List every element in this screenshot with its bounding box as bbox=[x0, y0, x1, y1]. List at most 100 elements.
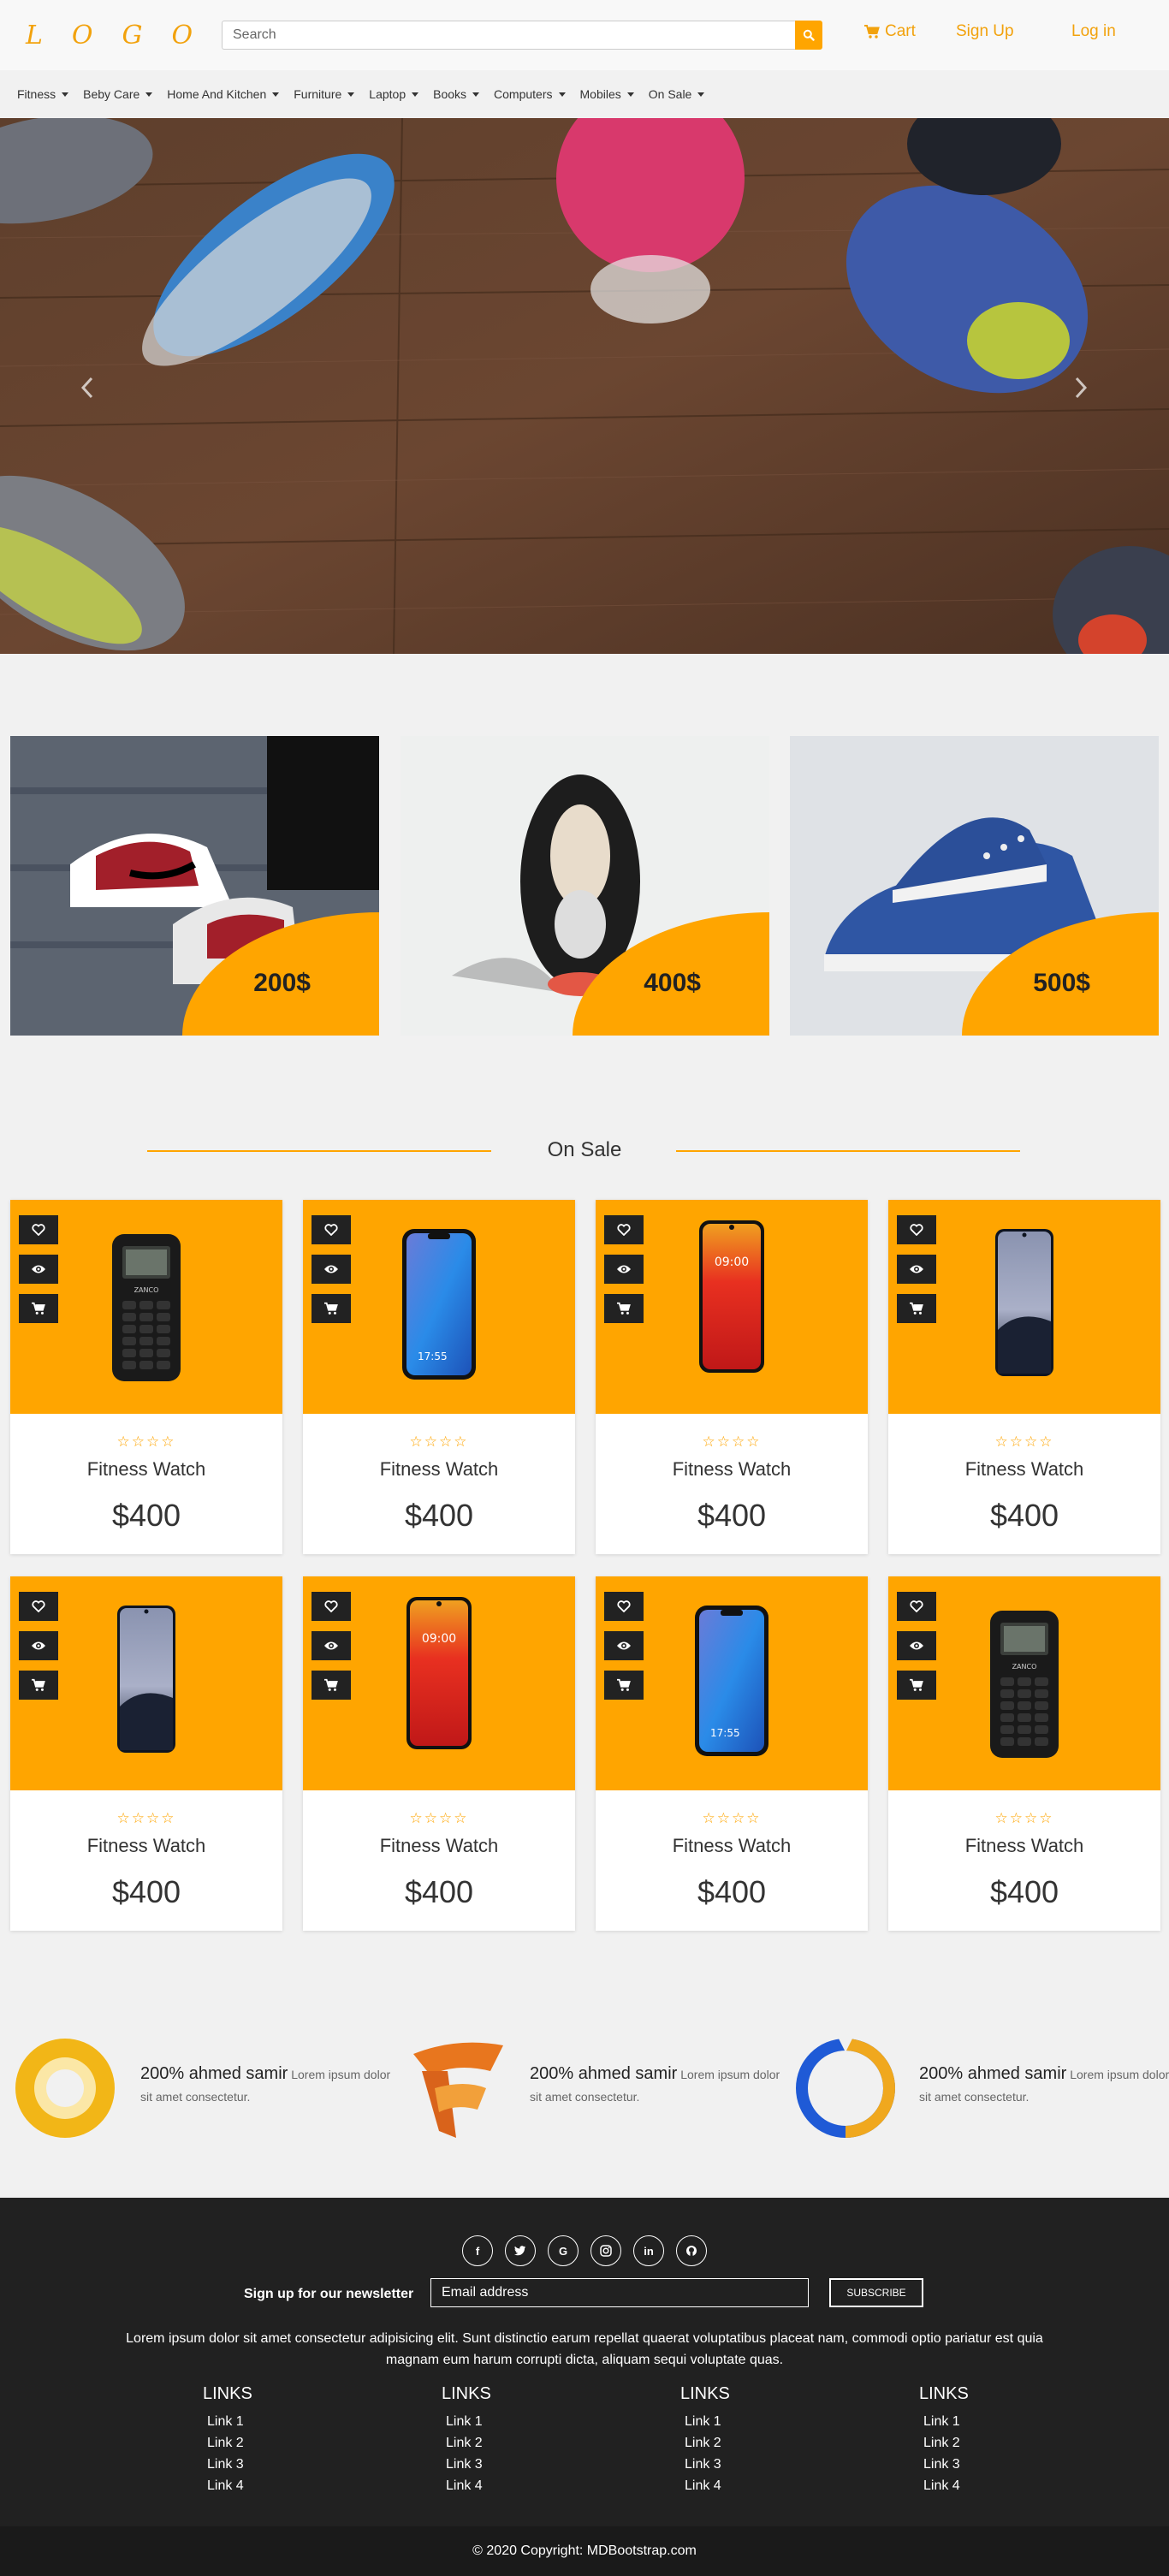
footer-link[interactable]: Link 1 bbox=[680, 2411, 783, 2432]
category-laptop[interactable]: Laptop bbox=[369, 87, 419, 101]
footer-link[interactable]: Link 3 bbox=[203, 2454, 306, 2475]
promo-card[interactable]: 500$ bbox=[790, 736, 1159, 1036]
wishlist-button[interactable] bbox=[312, 1592, 351, 1621]
category-on-sale[interactable]: On Sale bbox=[649, 87, 705, 101]
quick-view-button[interactable] bbox=[604, 1255, 644, 1284]
rating-stars: ☆☆☆☆ bbox=[994, 1810, 1054, 1826]
feature-item: 200% ahmed samir Lorem ipsum dolor sit a… bbox=[15, 2037, 390, 2140]
heart-icon bbox=[910, 1600, 923, 1612]
category-label: Fitness bbox=[17, 87, 56, 101]
quick-view-button[interactable] bbox=[19, 1255, 58, 1284]
quick-view-button[interactable] bbox=[19, 1631, 58, 1660]
wishlist-button[interactable] bbox=[897, 1215, 936, 1244]
add-to-cart-button[interactable] bbox=[19, 1671, 58, 1700]
svg-text:17:55: 17:55 bbox=[710, 1727, 740, 1739]
wishlist-button[interactable] bbox=[897, 1592, 936, 1621]
hero-image bbox=[0, 118, 1169, 654]
product-card[interactable]: 17:55 ☆☆☆☆ Fitness Watch $400 bbox=[303, 1200, 575, 1554]
cart-icon bbox=[324, 1678, 338, 1691]
promo-card[interactable]: 200$ bbox=[10, 736, 379, 1036]
copyright-bar: © 2020 Copyright: MDBootstrap.com bbox=[0, 2526, 1169, 2576]
product-card[interactable]: ☆☆☆☆ Fitness Watch $400 bbox=[888, 1200, 1160, 1554]
category-label: On Sale bbox=[648, 87, 692, 101]
quick-view-button[interactable] bbox=[897, 1631, 936, 1660]
footer-link[interactable]: Link 3 bbox=[442, 2454, 544, 2475]
quick-view-button[interactable] bbox=[312, 1631, 351, 1660]
wishlist-button[interactable] bbox=[604, 1215, 644, 1244]
caret-down-icon bbox=[347, 92, 355, 97]
product-price: $400 bbox=[404, 1874, 474, 1909]
category-books[interactable]: Books bbox=[433, 87, 480, 101]
product-card[interactable]: ☆☆☆☆ Fitness Watch $400 bbox=[10, 1576, 282, 1931]
facebook-icon[interactable]: f bbox=[462, 2235, 493, 2266]
category-computers[interactable]: Computers bbox=[494, 87, 566, 101]
phone-image: 09:00 bbox=[405, 1595, 473, 1755]
footer-link[interactable]: Link 2 bbox=[919, 2432, 1022, 2454]
carousel-prev-button[interactable] bbox=[70, 366, 104, 409]
footer-link[interactable]: Link 1 bbox=[442, 2411, 544, 2432]
phone-image: ZANCO bbox=[110, 1232, 182, 1387]
product-card[interactable]: 17:55 ☆☆☆☆ Fitness Watch $400 bbox=[596, 1576, 868, 1931]
rating-stars: ☆☆☆☆ bbox=[994, 1433, 1054, 1450]
feature-title: 200% ahmed samir bbox=[140, 2064, 288, 2083]
link-column: LINKS Link 1 Link 2 Link 3 Link 4 bbox=[680, 2384, 783, 2496]
cart-link[interactable]: Cart bbox=[863, 22, 916, 41]
category-furniture[interactable]: Furniture bbox=[294, 87, 355, 101]
footer-link[interactable]: Link 4 bbox=[203, 2475, 306, 2496]
footer-link[interactable]: Link 4 bbox=[680, 2475, 783, 2496]
product-card[interactable]: ZANCO ☆☆☆☆ Fitness Watch $400 bbox=[10, 1200, 282, 1554]
add-to-cart-button[interactable] bbox=[19, 1294, 58, 1323]
footer-link[interactable]: Link 1 bbox=[919, 2411, 1022, 2432]
caret-down-icon bbox=[697, 92, 705, 97]
logo[interactable]: LOGO bbox=[26, 21, 222, 50]
heart-icon bbox=[910, 1224, 923, 1236]
eye-icon bbox=[910, 1641, 923, 1650]
quick-view-button[interactable] bbox=[897, 1255, 936, 1284]
footer-link[interactable]: Link 4 bbox=[442, 2475, 544, 2496]
add-to-cart-button[interactable] bbox=[604, 1671, 644, 1700]
footer-link[interactable]: Link 2 bbox=[442, 2432, 544, 2454]
rating-stars: ☆☆☆☆ bbox=[409, 1433, 469, 1450]
quick-view-button[interactable] bbox=[312, 1255, 351, 1284]
login-link[interactable]: Log in bbox=[1071, 22, 1116, 41]
quick-view-button[interactable] bbox=[604, 1631, 644, 1660]
subscribe-button[interactable]: Subscribe bbox=[829, 2278, 923, 2307]
instagram-icon[interactable] bbox=[590, 2235, 621, 2266]
signup-link[interactable]: Sign Up bbox=[956, 22, 1014, 41]
email-field[interactable] bbox=[430, 2278, 809, 2307]
google-icon[interactable]: G bbox=[548, 2235, 579, 2266]
footer-link[interactable]: Link 2 bbox=[680, 2432, 783, 2454]
category-mobiles[interactable]: Mobiles bbox=[580, 87, 634, 101]
eye-icon bbox=[617, 1265, 631, 1273]
product-card[interactable]: 09:00 ☆☆☆☆ Fitness Watch $400 bbox=[303, 1576, 575, 1931]
search-button[interactable] bbox=[795, 21, 822, 50]
footer-link[interactable]: Link 2 bbox=[203, 2432, 306, 2454]
wishlist-button[interactable] bbox=[19, 1215, 58, 1244]
promo-card[interactable]: 400$ bbox=[401, 736, 769, 1036]
cart-icon bbox=[910, 1302, 923, 1315]
social-links: f G in bbox=[0, 2235, 1169, 2266]
add-to-cart-button[interactable] bbox=[897, 1671, 936, 1700]
footer-link[interactable]: Link 4 bbox=[919, 2475, 1022, 2496]
category-baby-care[interactable]: Beby Care bbox=[83, 87, 153, 101]
add-to-cart-button[interactable] bbox=[604, 1294, 644, 1323]
github-icon[interactable] bbox=[676, 2235, 707, 2266]
twitter-icon[interactable] bbox=[505, 2235, 536, 2266]
add-to-cart-button[interactable] bbox=[312, 1671, 351, 1700]
footer-link[interactable]: Link 3 bbox=[680, 2454, 783, 2475]
wishlist-button[interactable] bbox=[604, 1592, 644, 1621]
add-to-cart-button[interactable] bbox=[897, 1294, 936, 1323]
product-card[interactable]: 09:00 ☆☆☆☆ Fitness Watch $400 bbox=[596, 1200, 868, 1554]
product-card[interactable]: ZANCO ☆☆☆☆ Fitness Watch $400 bbox=[888, 1576, 1160, 1931]
footer-link[interactable]: Link 1 bbox=[203, 2411, 306, 2432]
footer-link[interactable]: Link 3 bbox=[919, 2454, 1022, 2475]
carousel-next-button[interactable] bbox=[1064, 366, 1098, 409]
wishlist-button[interactable] bbox=[312, 1215, 351, 1244]
category-home-kitchen[interactable]: Home And Kitchen bbox=[167, 87, 280, 101]
wishlist-button[interactable] bbox=[19, 1592, 58, 1621]
phone-image bbox=[116, 1604, 177, 1759]
category-fitness[interactable]: Fitness bbox=[17, 87, 69, 101]
linkedin-icon[interactable]: in bbox=[633, 2235, 664, 2266]
add-to-cart-button[interactable] bbox=[312, 1294, 351, 1323]
search-input[interactable] bbox=[222, 21, 795, 50]
